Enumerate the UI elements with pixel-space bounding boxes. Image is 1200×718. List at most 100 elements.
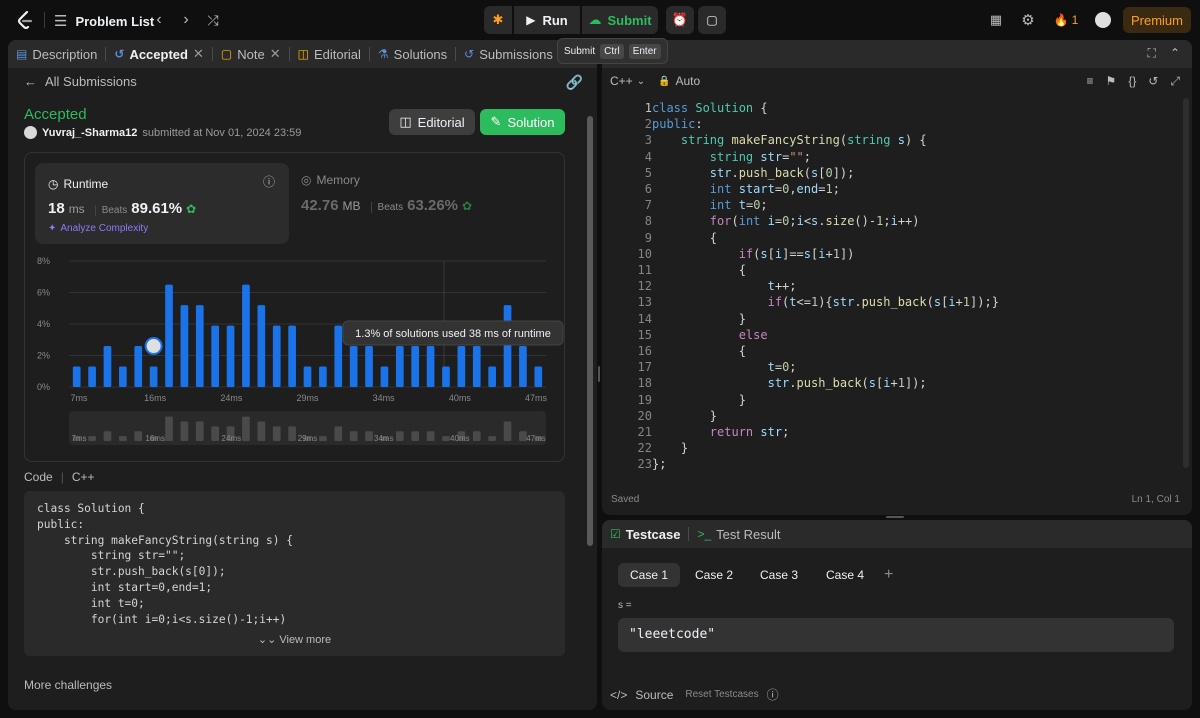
chart-bar[interactable] <box>319 366 327 387</box>
chart-bar[interactable] <box>365 346 373 387</box>
run-label: Run <box>542 12 568 28</box>
run-button[interactable]: ▶ Run <box>514 6 580 34</box>
username[interactable]: Yuvraj_-Sharma12 <box>42 127 137 139</box>
code-editor[interactable]: class Solution { public: string makeFanc… <box>652 100 999 473</box>
runtime-card[interactable]: ◷ Runtime ⓘ 18 ms Beats 89.61% ✿ ✦ Analy… <box>35 163 289 244</box>
tab-accepted[interactable]: ↺ Accepted ✕ <box>106 40 212 68</box>
add-case-icon[interactable]: + <box>872 563 905 587</box>
overview-bar <box>334 426 343 441</box>
problem-list-button[interactable]: ☰ Problem List <box>54 12 154 30</box>
submit-button[interactable]: ☁ Submit <box>582 6 658 34</box>
line-number: 22 <box>637 441 652 456</box>
solution-button[interactable]: ✎ Solution <box>480 109 565 135</box>
gear-icon[interactable]: ⚙ <box>1018 10 1038 30</box>
chart-bar[interactable] <box>303 366 312 387</box>
resize-handle[interactable] <box>886 516 904 518</box>
chart-bar[interactable] <box>119 366 127 387</box>
chart-bar[interactable] <box>380 366 389 387</box>
info-icon[interactable]: ⓘ <box>263 173 275 190</box>
chart-bar[interactable] <box>457 346 466 387</box>
grid-icon[interactable]: ▦ <box>986 10 1006 30</box>
analyze-complexity-link[interactable]: ✦ Analyze Complexity <box>48 223 148 234</box>
tab-testcase[interactable]: ☑ Testcase <box>602 520 688 548</box>
chart-bar[interactable] <box>134 346 143 387</box>
chart-bar[interactable] <box>288 325 296 387</box>
close-icon[interactable]: ✕ <box>193 46 204 62</box>
braces-icon[interactable]: {} <box>1128 74 1136 89</box>
source-link[interactable]: Source <box>635 688 673 702</box>
timer-button[interactable]: ⏰ <box>666 6 694 34</box>
case-tab-1[interactable]: Case 1 <box>618 563 681 587</box>
chart-bar[interactable] <box>411 346 420 387</box>
leetcode-logo-icon[interactable] <box>16 10 34 30</box>
expand-icon[interactable]: ⤢ <box>1170 74 1180 89</box>
tab-description[interactable]: ▤ Description <box>8 40 105 68</box>
tab-label: Description <box>32 46 98 62</box>
tab-editorial[interactable]: ◫ Editorial <box>290 40 369 68</box>
tab-test-result[interactable]: >_ Test Result <box>689 520 788 548</box>
chart-bar[interactable] <box>503 305 512 387</box>
runtime-distribution-chart[interactable]: 0% 2% 4% 6% 8% 7ms 16ms 24ms 29ms 34ms 40ms 47ms 7ms… <box>25 245 566 455</box>
streak-counter[interactable]: 🔥 1 <box>1052 10 1080 30</box>
chart-bar[interactable] <box>88 366 96 387</box>
chart-bar[interactable] <box>149 366 158 387</box>
chart-bar[interactable] <box>519 346 527 387</box>
maximize-icon[interactable]: ⛶ <box>1148 46 1156 61</box>
scrollbar[interactable] <box>1183 98 1189 468</box>
reset-icon[interactable]: ↺ <box>1148 74 1158 89</box>
case-tab-3[interactable]: Case 3 <box>748 563 810 587</box>
tab-note[interactable]: ▢ Note ✕ <box>213 40 289 68</box>
scrollbar[interactable] <box>587 114 593 704</box>
case-tab-2[interactable]: Case 2 <box>683 563 745 587</box>
user-avatar[interactable] <box>1093 10 1113 30</box>
param-input[interactable]: "leeetcode" <box>618 618 1174 652</box>
chart-bar[interactable] <box>334 325 343 387</box>
chart-bar[interactable] <box>395 346 404 387</box>
chart-bar[interactable] <box>272 325 281 387</box>
submitted-code[interactable]: class Solution {public: string makeFancy… <box>24 491 565 656</box>
tab-solutions[interactable]: ⚗ Solutions <box>370 40 455 68</box>
chevron-up-icon[interactable]: ⌃ <box>1170 46 1180 61</box>
chart-bar[interactable] <box>257 305 266 387</box>
line-number: 13 <box>637 295 652 310</box>
chart-bar[interactable] <box>72 366 81 387</box>
view-more-button[interactable]: ⌄⌄ View more <box>24 633 565 646</box>
chart-bar[interactable] <box>195 305 204 387</box>
chart-bar[interactable] <box>488 366 496 387</box>
reset-testcases-link[interactable]: Reset Testcases <box>685 689 758 700</box>
back-label: All Submissions <box>45 74 137 89</box>
debug-button[interactable]: ✱ <box>484 6 512 34</box>
case-tab-4[interactable]: Case 4 <box>814 563 876 587</box>
chart-bar[interactable] <box>211 325 220 387</box>
chart-bar[interactable] <box>472 346 481 387</box>
scrollbar-thumb[interactable] <box>587 116 593 546</box>
all-submissions-link[interactable]: ← All Submissions <box>24 74 137 89</box>
close-icon[interactable]: ✕ <box>270 46 281 62</box>
tab-submissions[interactable]: ↺ Submissions <box>456 40 561 68</box>
prev-problem-icon[interactable]: ‹ <box>149 10 169 30</box>
chart-bar[interactable] <box>226 325 235 387</box>
testcase-tab-strip: ☑ Testcase >_ Test Result <box>602 520 1192 548</box>
shuffle-icon[interactable]: ⤮ <box>203 10 223 30</box>
editorial-button[interactable]: ◫ Editorial <box>389 109 475 135</box>
chart-bar[interactable] <box>242 284 250 387</box>
chart-bar[interactable] <box>426 346 435 387</box>
chart-bar[interactable] <box>442 366 450 387</box>
help-icon[interactable]: ⓘ <box>767 686 779 703</box>
next-problem-icon[interactable]: › <box>176 10 196 30</box>
chart-bar[interactable] <box>180 305 189 387</box>
language-select[interactable]: C++ ⌄ <box>610 74 645 88</box>
resize-handle[interactable] <box>598 366 600 382</box>
chart-bar[interactable] <box>534 366 543 387</box>
premium-button[interactable]: Premium <box>1123 7 1191 33</box>
left-tab-strip: ▤ Description ↺ Accepted ✕ ▢ Note ✕ ◫ Ed… <box>8 40 597 68</box>
chart-bar[interactable] <box>103 346 112 387</box>
chart-bar[interactable] <box>349 346 358 387</box>
format-icon[interactable]: ≡ <box>1087 74 1094 89</box>
bookmark-icon[interactable]: ⚑ <box>1106 74 1117 89</box>
notes-button[interactable]: ▢ <box>698 6 726 34</box>
auto-mode[interactable]: 🔒 Auto <box>658 74 700 88</box>
memory-title: ◎ Memory <box>301 173 360 187</box>
link-icon[interactable]: 🔗 <box>566 74 583 91</box>
chart-bar[interactable] <box>165 284 173 387</box>
